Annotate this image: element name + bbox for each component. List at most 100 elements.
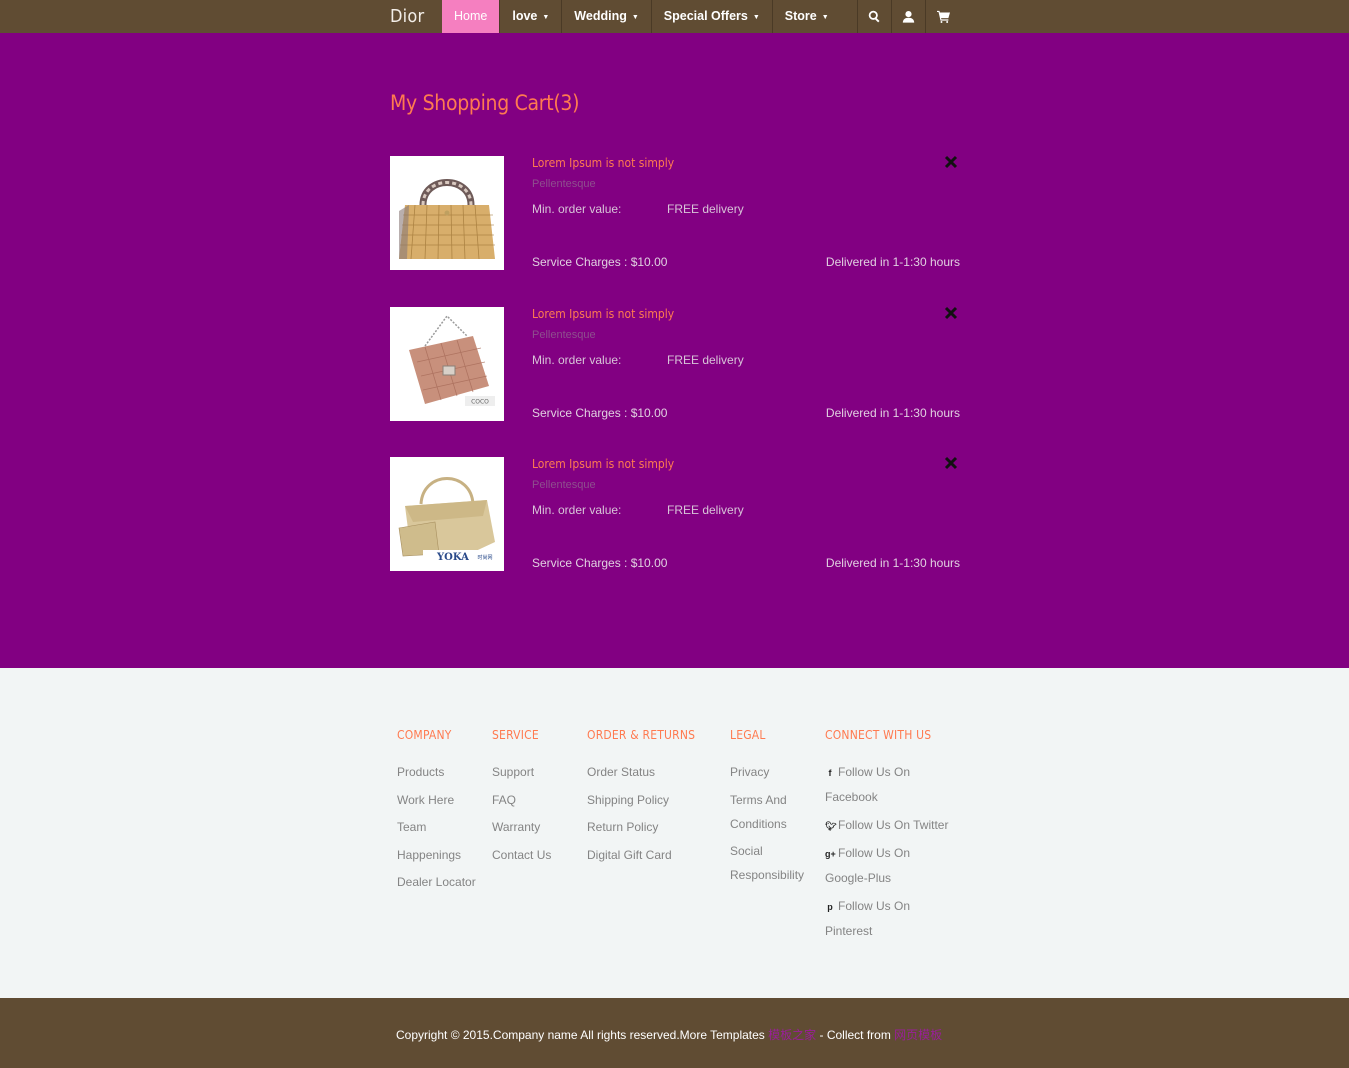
footer-link-dealer-locator[interactable]: Dealer Locator — [397, 870, 476, 894]
search-button[interactable] — [858, 0, 892, 33]
close-icon — [944, 306, 958, 320]
cart-section: My Shopping Cart(3) Lorem Ipsum is not s… — [0, 33, 1349, 668]
footer-orders: Order & Returns Order Status Shipping Po… — [587, 728, 695, 870]
page-title: My Shopping Cart(3) — [390, 91, 580, 115]
copyright-text: Copyright © 2015.Company name All rights… — [396, 1026, 942, 1043]
item-title[interactable]: Lorem Ipsum is not simply — [532, 457, 674, 471]
user-button[interactable] — [892, 0, 926, 33]
nav-home-label: Home — [454, 9, 488, 23]
follow-facebook-link[interactable]: f Follow Us On Facebook — [825, 760, 955, 809]
remove-item-button[interactable] — [944, 306, 958, 320]
nav-home[interactable]: Home — [442, 0, 501, 33]
facebook-icon: f — [828, 768, 832, 778]
item-title[interactable]: Lorem Ipsum is not simply — [532, 156, 674, 170]
follow-label: Follow Us On — [838, 898, 911, 913]
follow-label: Follow Us On — [838, 765, 911, 779]
nav-special-offers-label: Special Offers — [663, 9, 748, 23]
user-icon — [902, 10, 915, 23]
min-order-label: Min. order value: — [532, 503, 622, 517]
copyright-label: Copyright © 2015.Company name All rights… — [396, 1028, 769, 1042]
svg-text:COCO: COCO — [471, 399, 489, 406]
nav-store-label: Store — [784, 9, 817, 23]
footer-legal: Legal Privacy Terms And Conditions Socia… — [730, 728, 812, 891]
delivery-label: FREE delivery — [667, 353, 744, 367]
collect-link[interactable]: 网页模板 — [894, 1028, 942, 1042]
footer-link-products[interactable]: Products — [397, 760, 476, 784]
footer-link-warranty[interactable]: Warranty — [492, 815, 551, 839]
delivery-time: Delivered in 1-1:30 hours — [825, 255, 960, 269]
delivery-label: FREE delivery — [667, 503, 744, 517]
footer-link-shipping-policy[interactable]: Shipping Policy — [587, 788, 695, 812]
footer-link-social-responsibility[interactable]: Social Responsibility — [730, 839, 812, 887]
footer-link-team[interactable]: Team — [397, 815, 476, 839]
caret-down-icon: ▼ — [631, 14, 639, 21]
product-image[interactable] — [390, 156, 504, 270]
remove-item-button[interactable] — [944, 155, 958, 169]
product-image[interactable]: YOKA 时尚网 — [390, 457, 504, 571]
handbag-gold-image: YOKA 时尚网 — [398, 477, 495, 563]
remove-item-button[interactable] — [944, 456, 958, 470]
service-charges: Service Charges : $10.00 — [532, 556, 668, 570]
caret-down-icon: ▼ — [542, 14, 550, 21]
follow-google-plus-link[interactable]: g+ Follow Us On Google-Plus — [825, 841, 955, 890]
product-image[interactable]: COCO — [390, 307, 504, 421]
item-title[interactable]: Lorem Ipsum is not simply — [532, 307, 674, 321]
top-navbar: Dior Home love ▼ Wedding ▼ Special Offers ▼… — [0, 0, 1349, 33]
brand-logo[interactable]: Dior — [390, 0, 424, 33]
footer-link-digital-gift-card[interactable]: Digital Gift Card — [587, 843, 695, 867]
item-subtitle: Pellentesque — [532, 329, 596, 341]
copyright-bar: Copyright © 2015.Company name All rights… — [0, 998, 1349, 1068]
follow-pinterest-link[interactable]: p Follow Us On Pinterest — [825, 894, 955, 943]
nav-special-offers[interactable]: Special Offers ▼ — [652, 0, 773, 33]
footer-service: Service Support FAQ Warranty Contact Us — [492, 728, 551, 870]
close-icon — [944, 155, 958, 169]
delivery-time: Delivered in 1-1:30 hours — [825, 556, 960, 570]
footer-link-contact-us[interactable]: Contact Us — [492, 843, 551, 867]
header-icons — [857, 0, 960, 33]
nav-wedding-label: Wedding — [574, 9, 627, 23]
service-charges: Service Charges : $10.00 — [532, 255, 668, 269]
min-order-label: Min. order value: — [532, 353, 622, 367]
search-icon — [868, 10, 880, 23]
footer-heading: Company — [397, 728, 452, 742]
follow-network: Pinterest — [825, 923, 873, 938]
footer-link-happenings[interactable]: Happenings — [397, 843, 476, 867]
cart-item: COCO Lorem Ipsum is not simply Pellentes… — [390, 306, 960, 422]
item-subtitle: Pellentesque — [532, 178, 596, 190]
footer-link-faq[interactable]: FAQ — [492, 788, 551, 812]
footer-heading: Service — [492, 728, 539, 742]
collect-label: - Collect from — [816, 1028, 895, 1042]
footer-link-terms[interactable]: Terms And Conditions — [730, 788, 812, 836]
close-icon — [944, 456, 958, 470]
follow-label: Follow Us On — [838, 846, 911, 860]
service-charges: Service Charges : $10.00 — [532, 406, 668, 420]
footer-link-privacy[interactable]: Privacy — [730, 760, 812, 784]
footer-heading: Order & Returns — [587, 728, 696, 742]
follow-network: Facebook — [825, 790, 878, 804]
delivery-label: FREE delivery — [667, 202, 744, 216]
caret-down-icon: ▼ — [752, 14, 760, 21]
caret-down-icon: ▼ — [821, 14, 829, 21]
min-order-label: Min. order value: — [532, 202, 622, 216]
follow-twitter-link[interactable]: 🐦︎ Follow Us On Twitter — [825, 813, 955, 838]
footer-company: Company Products Work Here Team Happenin… — [397, 728, 476, 898]
footer-heading: Connect With Us — [825, 728, 932, 742]
footer-link-return-policy[interactable]: Return Policy — [587, 815, 695, 839]
svg-text:时尚网: 时尚网 — [477, 554, 492, 561]
follow-label: Follow Us On Twitter — [838, 817, 949, 832]
nav-love-label: love — [512, 9, 538, 23]
footer-link-support[interactable]: Support — [492, 760, 551, 784]
handbag-woven-tan-image — [399, 179, 495, 260]
footer-link-order-status[interactable]: Order Status — [587, 760, 695, 784]
cart-button[interactable] — [926, 0, 960, 33]
svg-text:YOKA: YOKA — [436, 552, 469, 563]
footer-link-work-here[interactable]: Work Here — [397, 788, 476, 812]
nav-store[interactable]: Store ▼ — [773, 0, 841, 33]
delivery-time: Delivered in 1-1:30 hours — [825, 406, 960, 420]
follow-network: Google-Plus — [825, 871, 892, 885]
pinterest-icon: p — [827, 901, 833, 912]
templates-link[interactable]: 模板之家 — [768, 1028, 816, 1042]
nav-love[interactable]: love ▼ — [500, 0, 563, 33]
nav-wedding[interactable]: Wedding ▼ — [562, 0, 652, 33]
cart-item: YOKA 时尚网 Lorem Ipsum is not simply Pelle… — [390, 456, 960, 572]
